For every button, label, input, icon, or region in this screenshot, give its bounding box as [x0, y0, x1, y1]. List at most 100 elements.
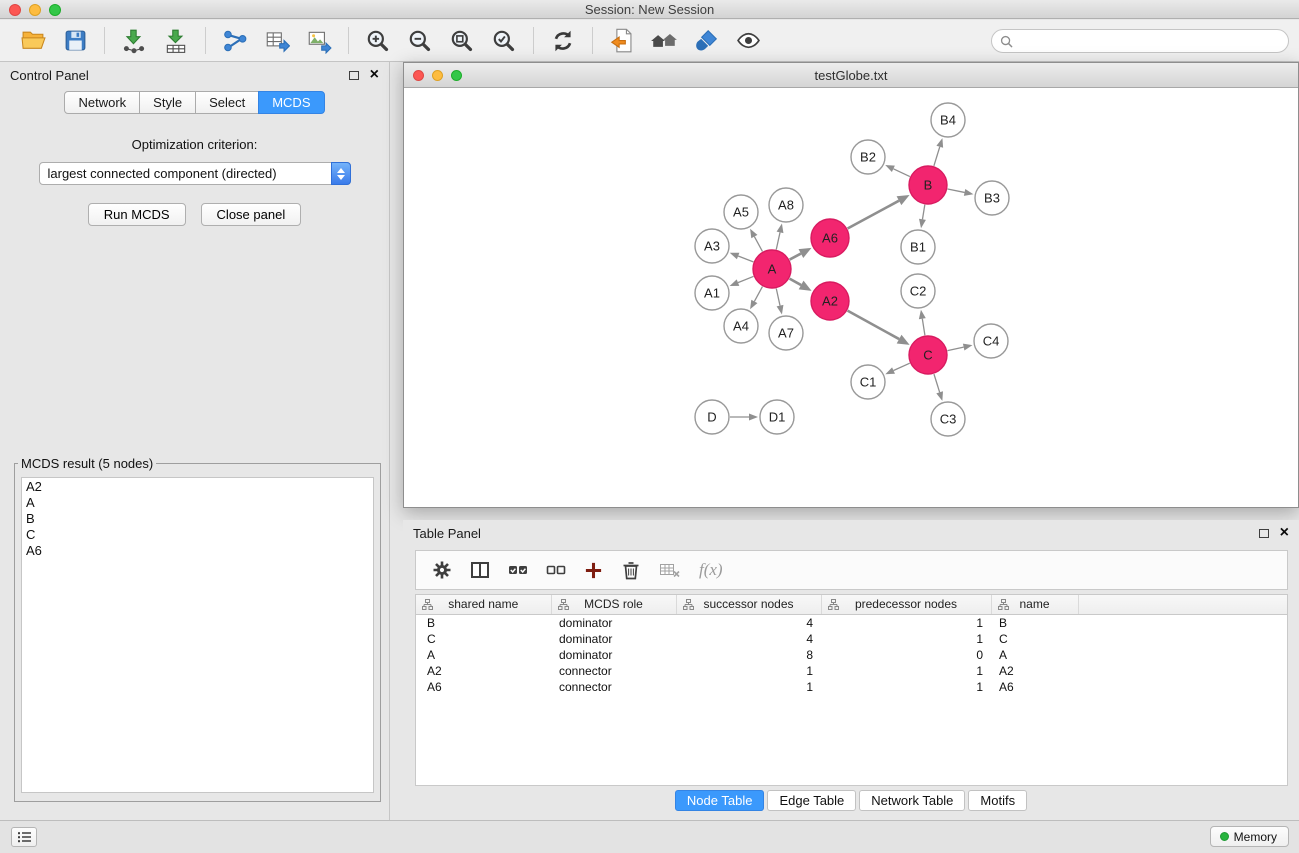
memory-button[interactable]: Memory [1210, 826, 1289, 847]
graph-node-B4[interactable]: B4 [931, 103, 965, 137]
mcds-result-item[interactable]: C [22, 527, 373, 543]
run-mcds-button[interactable]: Run MCDS [88, 203, 186, 226]
close-window-icon[interactable] [9, 4, 21, 16]
mcds-result-item[interactable]: B [22, 511, 373, 527]
show-columns-button[interactable] [470, 560, 490, 580]
close-panel-icon[interactable]: × [1280, 527, 1289, 539]
edge-A-A4[interactable] [750, 287, 762, 310]
table-row[interactable]: A2connector11A2 [416, 663, 1287, 679]
zoom-window-icon[interactable] [451, 70, 462, 81]
column-header-name[interactable]: name [991, 595, 1078, 614]
home-view-button[interactable] [643, 24, 685, 58]
delete-column-button[interactable] [621, 560, 641, 580]
open-session-button[interactable] [12, 24, 54, 58]
mcds-result-item[interactable]: A [22, 495, 373, 511]
close-panel-icon[interactable]: × [370, 69, 379, 81]
zoom-out-button[interactable] [399, 24, 441, 58]
graph-node-A5[interactable]: A5 [724, 195, 758, 229]
column-header-successor-nodes[interactable]: successor nodes [676, 595, 821, 614]
tab-motifs[interactable]: Motifs [968, 790, 1027, 811]
zoom-in-button[interactable] [357, 24, 399, 58]
tab-network[interactable]: Network [64, 91, 140, 114]
create-column-button[interactable] [584, 561, 603, 580]
tab-node-table[interactable]: Node Table [675, 790, 765, 811]
network-canvas[interactable]: B4B2BB3A5A8A6A3B1AC2A1A2A4A7C4CC1DD1C3 [404, 88, 1298, 507]
tab-mcds[interactable]: MCDS [258, 91, 324, 114]
float-panel-icon[interactable] [349, 71, 359, 80]
import-network-button[interactable] [113, 24, 155, 58]
mcds-result-item[interactable]: A6 [22, 543, 373, 559]
tab-style[interactable]: Style [139, 91, 196, 114]
style-brush-button[interactable] [685, 24, 727, 58]
table-row[interactable]: Adominator80A [416, 647, 1287, 663]
graph-node-A3[interactable]: A3 [695, 229, 729, 263]
export-table-button[interactable] [256, 24, 298, 58]
search-input[interactable] [1017, 32, 1288, 50]
edge-A2-C[interactable] [848, 311, 910, 345]
graph-node-C1[interactable]: C1 [851, 365, 885, 399]
graph-node-A[interactable]: A [753, 250, 791, 288]
edge-C-C2[interactable] [919, 310, 926, 335]
optimization-criterion-dropdown[interactable]: largest connected component (directed) [39, 162, 351, 185]
edge-C-C4[interactable] [948, 344, 973, 351]
function-builder-button[interactable]: f(x) [699, 560, 723, 580]
graph-node-B3[interactable]: B3 [975, 181, 1009, 215]
graph-node-C[interactable]: C [909, 336, 947, 374]
graph-node-A6[interactable]: A6 [811, 219, 849, 257]
float-panel-icon[interactable] [1259, 529, 1269, 538]
edge-D-D1[interactable] [730, 414, 758, 421]
column-header-mcds-role[interactable]: MCDS role [551, 595, 676, 614]
mcds-result-item[interactable]: A2 [22, 479, 373, 495]
graph-node-C3[interactable]: C3 [931, 402, 965, 436]
graph-node-A7[interactable]: A7 [769, 316, 803, 350]
minimize-window-icon[interactable] [432, 70, 443, 81]
graph-node-B1[interactable]: B1 [901, 230, 935, 264]
edge-A6-B[interactable] [848, 195, 910, 228]
graph-node-D1[interactable]: D1 [760, 400, 794, 434]
edge-C-C1[interactable] [885, 363, 909, 374]
show-graphics-button[interactable] [727, 24, 769, 58]
save-session-button[interactable] [54, 24, 96, 58]
edge-B-B1[interactable] [919, 205, 926, 228]
graph-node-A1[interactable]: A1 [695, 276, 729, 310]
export-image-button[interactable] [298, 24, 340, 58]
edge-B-B4[interactable] [934, 138, 943, 166]
edge-A-A1[interactable] [730, 276, 754, 286]
deselect-all-columns-button[interactable] [546, 560, 566, 580]
table-row[interactable]: Cdominator41C [416, 631, 1287, 647]
mcds-result-list[interactable]: A2ABCA6 [21, 477, 374, 793]
edge-A-A6[interactable] [790, 248, 812, 260]
graph-node-B2[interactable]: B2 [851, 140, 885, 174]
edge-A-A2[interactable] [790, 279, 812, 291]
zoom-selected-button[interactable] [483, 24, 525, 58]
edge-B-B3[interactable] [948, 189, 974, 196]
minimize-window-icon[interactable] [29, 4, 41, 16]
table-row[interactable]: Bdominator41B [416, 614, 1287, 631]
column-header-shared-name[interactable]: shared name [416, 595, 551, 614]
graph-node-A8[interactable]: A8 [769, 188, 803, 222]
column-header-predecessor-nodes[interactable]: predecessor nodes [821, 595, 991, 614]
table-row[interactable]: A6connector11A6 [416, 679, 1287, 695]
tab-edge-table[interactable]: Edge Table [767, 790, 856, 811]
delete-table-button[interactable] [659, 560, 681, 580]
tab-select[interactable]: Select [195, 91, 259, 114]
task-history-button[interactable] [11, 827, 37, 847]
edge-A-A5[interactable] [750, 229, 762, 252]
table-settings-button[interactable] [432, 560, 452, 580]
refresh-button[interactable] [542, 24, 584, 58]
graph-node-A4[interactable]: A4 [724, 309, 758, 343]
graph-node-A2[interactable]: A2 [811, 282, 849, 320]
network-window-titlebar[interactable]: testGlobe.txt [404, 63, 1298, 88]
edge-A-A3[interactable] [730, 253, 754, 262]
close-window-icon[interactable] [413, 70, 424, 81]
edge-A-A7[interactable] [776, 289, 783, 315]
show-panel-button[interactable] [601, 24, 643, 58]
graph-node-D[interactable]: D [695, 400, 729, 434]
zoom-window-icon[interactable] [49, 4, 61, 16]
edge-A-A8[interactable] [776, 224, 783, 250]
edge-C-C3[interactable] [934, 374, 943, 401]
edge-B-B2[interactable] [885, 165, 910, 177]
graph-node-B[interactable]: B [909, 166, 947, 204]
graph-node-C4[interactable]: C4 [974, 324, 1008, 358]
select-all-columns-button[interactable] [508, 560, 528, 580]
